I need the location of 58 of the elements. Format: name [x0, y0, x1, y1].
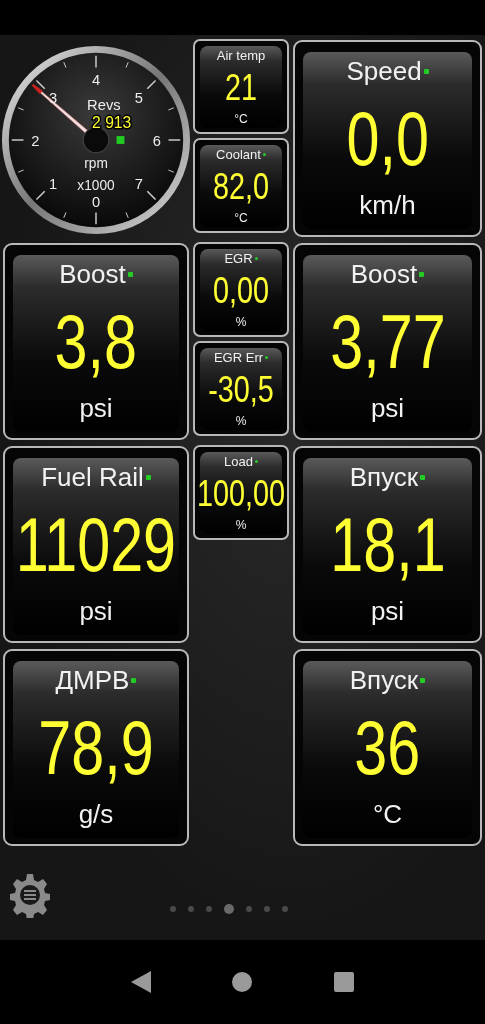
gauge-unit: %: [235, 414, 247, 430]
gauge-label: Fuel Rail: [41, 462, 144, 493]
page-dot[interactable]: [264, 906, 270, 912]
dial-value: 2 913: [92, 113, 132, 131]
recents-icon[interactable]: [334, 972, 355, 992]
gauge-unit: °C: [234, 112, 248, 128]
gauge-label: EGR: [224, 251, 253, 266]
gauge-value: 0,0: [346, 100, 429, 177]
gauge-unit: psi: [79, 596, 113, 628]
gauge-label: ДМРВ: [55, 665, 130, 696]
gauge-value: 18,1: [329, 506, 446, 583]
page-dot[interactable]: [170, 906, 176, 912]
gauge-value: -30,5: [208, 371, 274, 408]
gauge-label: Speed: [346, 56, 422, 87]
gauge-label: EGR Err: [213, 350, 264, 365]
page-dot[interactable]: [206, 906, 212, 912]
dial-scale: x1000: [77, 177, 115, 193]
gauge-unit: km/h: [359, 190, 416, 222]
gauge-label: Coolant: [216, 147, 261, 162]
gauge-unit: °C: [234, 211, 248, 227]
gauge-unit: %: [235, 518, 247, 534]
gauge-label: Boost: [350, 259, 418, 290]
dial-number: 5: [134, 89, 144, 106]
gauge-value: 0,00: [212, 272, 269, 309]
dial-number: 1: [48, 175, 58, 192]
gauge-value: 11029: [15, 506, 177, 583]
dial-number: 7: [134, 175, 144, 192]
dial-unit: rpm: [84, 155, 108, 171]
page-dot[interactable]: [246, 906, 252, 912]
gauge-label: Boost: [59, 259, 126, 290]
page-dot[interactable]: [282, 906, 288, 912]
settings-icon[interactable]: [10, 872, 50, 918]
home-icon[interactable]: [232, 972, 253, 992]
gauge-unit: psi: [79, 393, 113, 425]
gauge-unit: g/s: [78, 799, 114, 831]
gauge-value: 82,0: [212, 168, 269, 205]
dial-number: 6: [152, 132, 161, 149]
gauge-label: Air temp: [216, 48, 266, 63]
gauge-label: Load: [224, 454, 253, 469]
gauge-value: 36: [354, 709, 421, 786]
page-dot[interactable]: [188, 906, 194, 912]
gauge-label: Впуск: [349, 665, 419, 696]
gauge-unit: psi: [370, 596, 405, 628]
gauge-unit: %: [235, 315, 247, 331]
dial-number: 0: [91, 193, 101, 210]
page-dot[interactable]: [224, 904, 234, 914]
gauge-value: 100,00: [196, 475, 286, 512]
dial-label: Revs: [87, 96, 121, 113]
gauge-value: 21: [224, 69, 257, 106]
gauge-label: Впуск: [349, 462, 419, 493]
dial-number: 4: [91, 71, 101, 88]
gauge-unit: °C: [372, 799, 403, 831]
gauge-unit: psi: [370, 393, 405, 425]
gauge-value: 3,8: [54, 303, 138, 380]
back-icon[interactable]: [130, 971, 151, 993]
gauge-value: 78,9: [38, 709, 154, 786]
dial-number: 2: [31, 132, 40, 149]
gauge-value: 3,77: [329, 303, 446, 380]
